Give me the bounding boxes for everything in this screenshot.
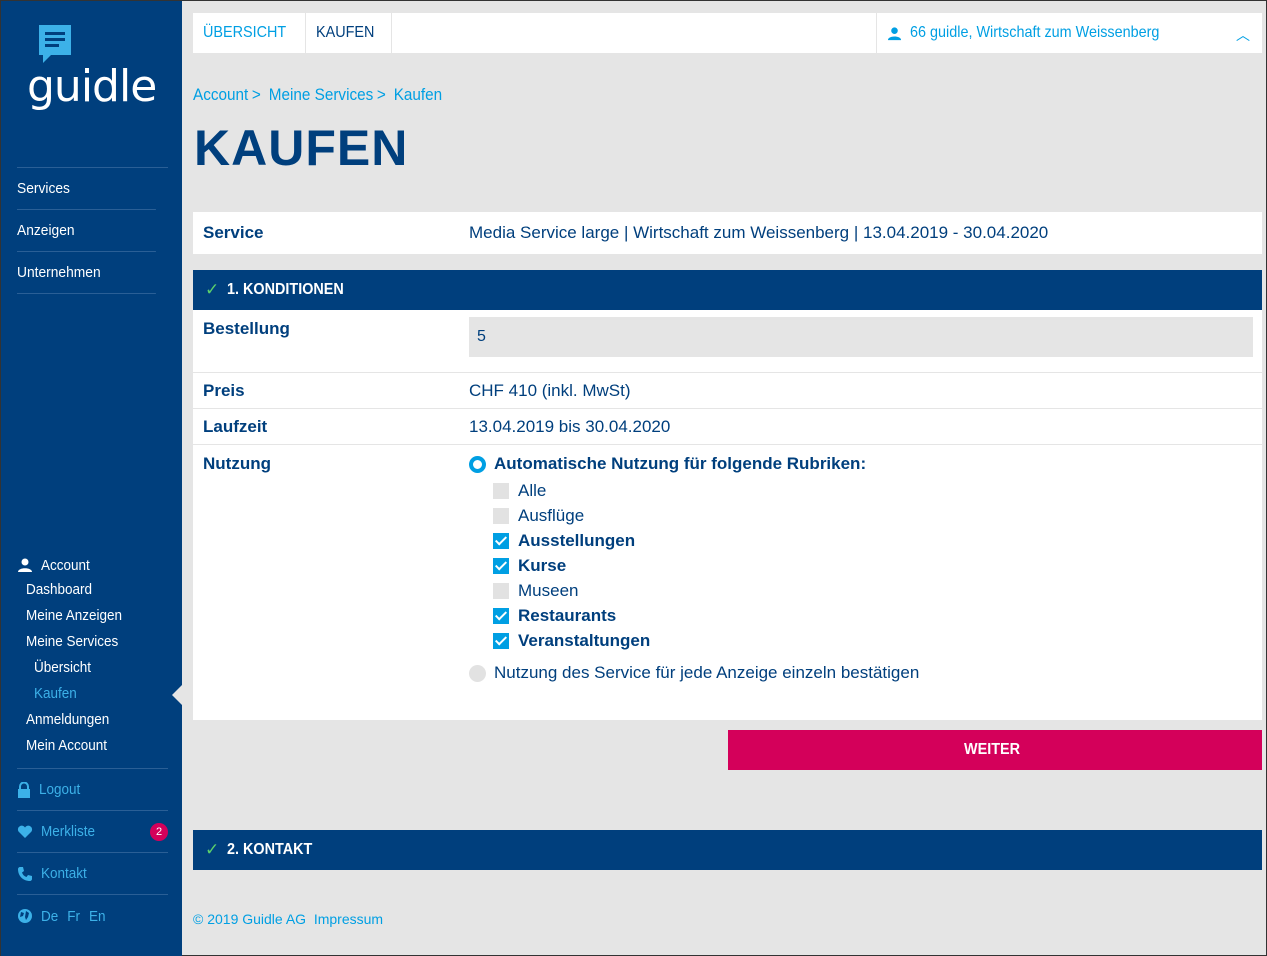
sidebar-item-uebersicht[interactable]: Übersicht: [17, 655, 168, 681]
tab-kaufen[interactable]: KAUFEN: [306, 13, 393, 53]
checkmark-icon: ✓: [205, 840, 220, 859]
chevron-up-icon[interactable]: ︿: [1236, 25, 1250, 45]
section-kontakt-title: 2. KONTAKT: [227, 841, 313, 858]
sidebar-item-mein-account[interactable]: Mein Account: [17, 733, 168, 759]
radio-manual-usage[interactable]: Nutzung des Service für jede Anzeige ein…: [469, 663, 1262, 683]
footer-copyright: © 2019 Guidle AG: [193, 911, 307, 927]
konditionen-form: Bestellung 5 Preis CHF 410 (inkl. MwSt) …: [193, 310, 1262, 720]
breadcrumb-account[interactable]: Account: [193, 85, 248, 104]
lock-icon: [18, 781, 30, 798]
language-switcher: De Fr En: [17, 895, 168, 937]
breadcrumb-meine-services[interactable]: Meine Services: [269, 85, 374, 104]
service-value: Media Service large | Wirtschaft zum Wei…: [469, 223, 1049, 242]
kontakt-link[interactable]: Kontakt: [17, 853, 168, 895]
service-label: Service: [203, 223, 264, 242]
logo-text: guidle: [27, 61, 157, 112]
logout-link[interactable]: Logout: [17, 769, 168, 811]
guidle-logo[interactable]: guidle: [27, 23, 159, 113]
sidebar-nav: Services Anzeigen Unternehmen: [17, 167, 168, 294]
bestellung-label: Bestellung: [203, 319, 290, 338]
sidebar-item-kaufen[interactable]: Kaufen: [17, 681, 168, 707]
sidebar-item-dashboard[interactable]: Dashboard: [17, 577, 168, 603]
checkmark-icon: ✓: [205, 280, 220, 299]
phone-icon: [18, 866, 32, 881]
radio-automatic-label: Automatische Nutzung für folgende Rubrik…: [494, 454, 867, 473]
account-heading[interactable]: Account: [17, 553, 168, 577]
user-name: 66 guidle, Wirtschaft zum Weissenberg: [910, 24, 1160, 41]
lang-en[interactable]: En: [89, 908, 106, 925]
sidebar-item-anmeldungen[interactable]: Anmeldungen: [17, 707, 168, 733]
user-menu[interactable]: 66 guidle, Wirtschaft zum Weissenberg ︿: [876, 13, 1262, 53]
service-card: Service Media Service large | Wirtschaft…: [193, 212, 1262, 254]
merkliste-count-badge: 2: [150, 823, 168, 841]
sidebar-item-unternehmen[interactable]: Unternehmen: [17, 252, 156, 294]
category-list: Alle Ausflüge Ausstellungen Kurse Museen…: [469, 478, 1262, 653]
footer-impressum-link[interactable]: Impressum: [314, 911, 383, 927]
sidebar-links: Logout Merkliste 2 Kontakt De Fr En: [17, 768, 168, 937]
preis-value: CHF 410 (inkl. MwSt): [469, 380, 631, 400]
bestellung-input[interactable]: 5: [469, 317, 1253, 357]
sidebar-item-services[interactable]: Services: [17, 168, 156, 210]
sidebar-item-anzeigen[interactable]: Anzeigen: [17, 210, 156, 252]
checkbox-restaurants[interactable]: Restaurants: [493, 603, 1262, 628]
kontakt-label: Kontakt: [41, 865, 87, 882]
preis-label: Preis: [203, 380, 245, 400]
user-icon: [18, 558, 32, 572]
logout-label: Logout: [39, 781, 81, 798]
checkbox-ausfluege[interactable]: Ausflüge: [493, 503, 1262, 528]
account-menu: Account Dashboard Meine Anzeigen Meine S…: [17, 553, 168, 759]
section-konditionen-title: 1. KONDITIONEN: [227, 281, 345, 298]
tab-uebersicht[interactable]: ÜBERSICHT: [193, 13, 307, 53]
page-title: KAUFEN: [194, 120, 409, 176]
weiter-button[interactable]: WEITER: [728, 730, 1262, 770]
globe-icon: [18, 909, 32, 923]
breadcrumb: Account > Meine Services > Kaufen: [193, 85, 443, 104]
top-bar: ÜBERSICHT KAUFEN 66 guidle, Wirtschaft z…: [193, 13, 1262, 53]
sidebar-item-meine-anzeigen[interactable]: Meine Anzeigen: [17, 603, 168, 629]
checkbox-alle[interactable]: Alle: [493, 478, 1262, 503]
account-label: Account: [41, 556, 90, 574]
merkliste-link[interactable]: Merkliste 2: [17, 811, 168, 853]
user-icon: [887, 26, 902, 40]
checkbox-museen[interactable]: Museen: [493, 578, 1262, 603]
laufzeit-label: Laufzeit: [203, 416, 268, 436]
lang-fr[interactable]: Fr: [67, 908, 80, 925]
heart-icon: [17, 825, 33, 838]
lang-de[interactable]: De: [41, 908, 58, 925]
speech-bubble-icon: [39, 25, 71, 63]
active-item-indicator: [172, 685, 182, 705]
checkbox-ausstellungen[interactable]: Ausstellungen: [493, 528, 1262, 553]
radio-manual-label: Nutzung des Service für jede Anzeige ein…: [494, 663, 920, 682]
footer: © 2019 Guidle AG Impressum: [193, 911, 383, 927]
radio-automatic-usage[interactable]: Automatische Nutzung für folgende Rubrik…: [469, 454, 1262, 474]
radio-selected-icon: [469, 455, 486, 473]
checkbox-veranstaltungen[interactable]: Veranstaltungen: [493, 628, 1262, 653]
sidebar: guidle Services Anzeigen Unternehmen Acc…: [1, 1, 182, 956]
radio-unselected-icon: [469, 664, 486, 682]
checkbox-kurse[interactable]: Kurse: [493, 553, 1262, 578]
laufzeit-value: 13.04.2019 bis 30.04.2020: [469, 416, 671, 436]
section-kontakt-header[interactable]: ✓ 2. KONTAKT: [193, 830, 1262, 870]
merkliste-label: Merkliste: [41, 823, 96, 840]
sidebar-item-meine-services[interactable]: Meine Services: [17, 629, 168, 655]
section-konditionen-header[interactable]: ✓ 1. KONDITIONEN: [193, 270, 1262, 310]
nutzung-label: Nutzung: [203, 454, 271, 473]
breadcrumb-kaufen[interactable]: Kaufen: [394, 85, 443, 104]
